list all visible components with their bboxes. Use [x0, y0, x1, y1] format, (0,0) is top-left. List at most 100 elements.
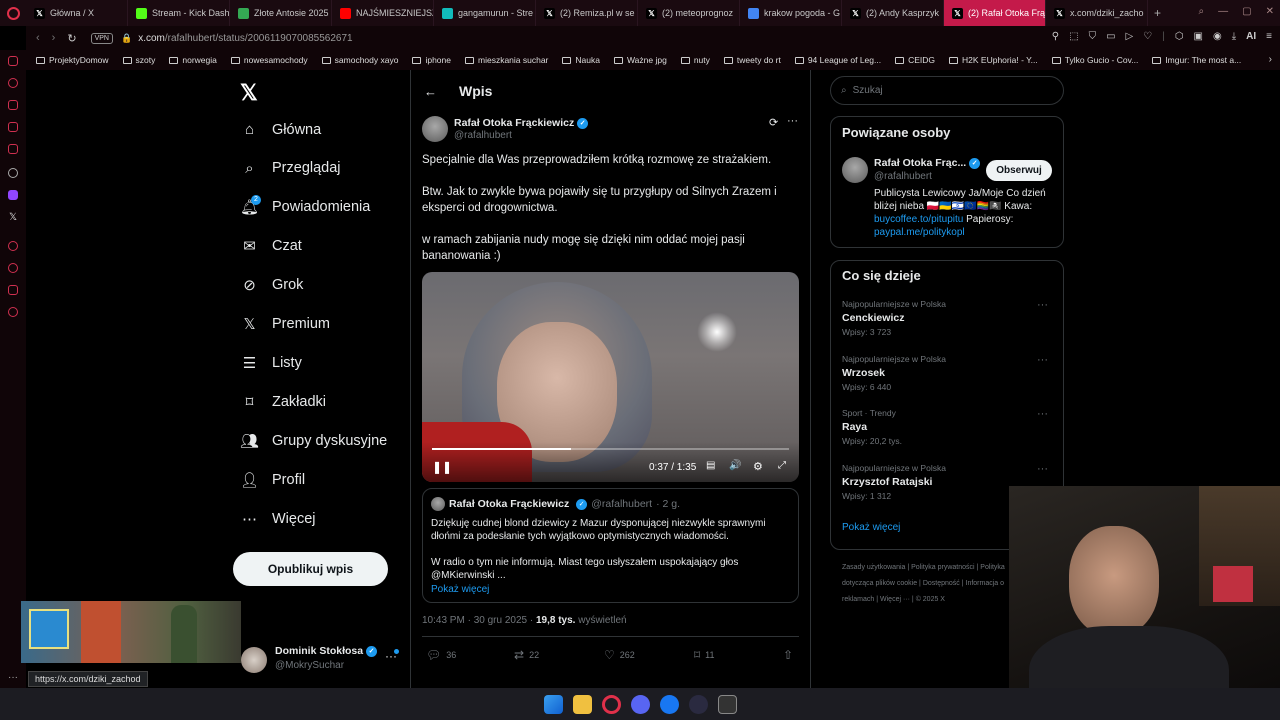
- browser-tab[interactable]: 𝕏 (2) Remiza.pl w se: [536, 0, 638, 26]
- browser-tab[interactable]: 𝕏 Główna / X: [26, 0, 128, 26]
- discord-icon[interactable]: [630, 694, 650, 714]
- browser-tab[interactable]: Stream - Kick Dash: [128, 0, 230, 26]
- nav-item-powiadomienia[interactable]: 🔔︎ 2 Powiadomienia: [240, 194, 370, 216]
- bookmark-item[interactable]: iphone: [412, 55, 451, 65]
- browser-tab[interactable]: Złote Antosie 2025: [230, 0, 332, 26]
- bookmark-button[interactable]: ⌑ 11: [694, 648, 715, 662]
- sidebar-app-icon[interactable]: [8, 56, 18, 66]
- back-arrow-icon[interactable]: ←: [424, 84, 437, 99]
- url-field[interactable]: 🔒 x.com/rafalhubert/status/2006119070085…: [121, 33, 353, 44]
- file-explorer-icon[interactable]: [572, 694, 592, 714]
- bookmark-item[interactable]: Nauka: [562, 55, 600, 65]
- post-more-icon[interactable]: ···: [787, 115, 798, 127]
- bookmark-item[interactable]: H2K EUphoria! - Y...: [949, 55, 1038, 65]
- fullscreen-icon[interactable]: ⤢: [778, 460, 786, 471]
- bookmarks-overflow-icon[interactable]: ›: [1269, 54, 1272, 65]
- bookmark-page-icon[interactable]: ▭: [1106, 31, 1115, 42]
- bookmark-item[interactable]: nowesamochody: [230, 55, 308, 65]
- browser-tab[interactable]: 𝕏 (2) Rafał Otoka Frąckiewicz: [944, 0, 1046, 26]
- sidebar-app-icon[interactable]: [8, 241, 18, 251]
- nav-item-czat[interactable]: ✉ Czat: [241, 238, 302, 255]
- menu-icon[interactable]: ≡: [1266, 31, 1272, 42]
- trend-more-icon[interactable]: ···: [1037, 354, 1048, 366]
- nav-item-listy[interactable]: ☰ Listy: [241, 354, 302, 372]
- bookmark-item[interactable]: Ważne jpg: [613, 55, 667, 65]
- grok-explain-icon[interactable]: ⟳: [769, 116, 778, 129]
- video-player[interactable]: ❚❚ 0:37 / 1:35 ▤ 🔊 ⚙ ⤢: [422, 272, 799, 482]
- nav-item-premium[interactable]: 𝕏 Premium: [241, 316, 330, 333]
- browser-tab[interactable]: 𝕏x.com/dziki_zacho: [1046, 0, 1148, 26]
- captions-icon[interactable]: ▤: [706, 460, 715, 471]
- bookmark-item[interactable]: 94 League of Leg...: [794, 55, 881, 65]
- settings-icon[interactable]: [8, 307, 18, 317]
- windows-start-icon[interactable]: [543, 694, 563, 714]
- heart-icon[interactable]: ♡: [1143, 31, 1152, 42]
- footer-link[interactable]: Więcej ···: [880, 596, 910, 603]
- opera-logo-icon[interactable]: [0, 0, 26, 26]
- quote-show-more-link[interactable]: Pokaż więcej: [431, 584, 790, 595]
- vpn-badge[interactable]: VPN: [90, 32, 113, 44]
- sidebar-app-icon[interactable]: [8, 78, 18, 88]
- minimize-button[interactable]: —: [1218, 6, 1228, 17]
- trends-show-more[interactable]: Pokaż więcej: [842, 522, 900, 533]
- bio-link[interactable]: buycoffee.to/pitupitu: [874, 214, 963, 225]
- steam-icon[interactable]: [688, 694, 708, 714]
- ai-button[interactable]: AI: [1246, 31, 1256, 42]
- browser-tab[interactable]: 𝕏 (2) Andy Kasprzyk: [842, 0, 944, 26]
- x-logo-icon[interactable]: 𝕏: [240, 80, 258, 106]
- nav-item-zakładki[interactable]: ⌑ Zakładki: [241, 393, 326, 411]
- account-switcher[interactable]: Dominik Stokłosa ✓ @MokrySuchar ···: [241, 645, 401, 677]
- extensions-icon[interactable]: ⬡: [1175, 31, 1184, 42]
- bookmark-item[interactable]: norwegia: [169, 55, 217, 65]
- trend-more-icon[interactable]: ···: [1037, 299, 1048, 311]
- nav-item-więcej[interactable]: ⋯ Więcej: [241, 510, 316, 528]
- trend-item[interactable]: Najpopularniejsze w Polska Wrzosek Wpisy: …: [842, 354, 1052, 392]
- trend-more-icon[interactable]: ···: [1037, 408, 1048, 420]
- browser-tab[interactable]: gangamurun - Stre: [434, 0, 536, 26]
- footer-link[interactable]: Polityka prywatności: [911, 564, 974, 571]
- bookmark-item[interactable]: samochody xayo: [321, 55, 398, 65]
- author-name[interactable]: Rafał Otoka Frąckiewicz: [454, 117, 574, 129]
- browser-tab[interactable]: 𝕏 (2) meteoprognoz: [638, 0, 740, 26]
- maximize-button[interactable]: ▢: [1242, 6, 1251, 17]
- reload-icon[interactable]: ↻: [67, 32, 76, 45]
- forward-button[interactable]: ›: [52, 32, 56, 45]
- terminal-icon[interactable]: [717, 694, 737, 714]
- x-sidebar-icon[interactable]: 𝕏: [0, 212, 26, 223]
- browser-tab[interactable]: krakow pogoda - G: [740, 0, 842, 26]
- author-handle[interactable]: @rafalhubert: [454, 130, 512, 141]
- reply-button[interactable]: 💬︎ 36: [426, 648, 456, 662]
- post-timestamp[interactable]: 10:43 PM · 30 gru 2025 ·: [422, 615, 533, 626]
- bookmark-item[interactable]: tweety do rt: [723, 55, 781, 65]
- footer-link[interactable]: © 2025 X: [916, 596, 945, 603]
- author-name-row[interactable]: Rafał Otoka Frąckiewicz ✓: [454, 117, 589, 129]
- sidebar-app-icon[interactable]: [8, 100, 18, 110]
- like-button[interactable]: ♡ 262: [604, 648, 635, 662]
- nav-item-główna[interactable]: ⌂ Główna: [241, 121, 321, 138]
- bookmark-item[interactable]: nuty: [680, 55, 710, 65]
- footer-link[interactable]: Zasady użytkowania: [842, 564, 905, 571]
- download-icon[interactable]: ⤓: [1232, 31, 1236, 42]
- footer-link[interactable]: Dostępność: [923, 580, 960, 587]
- pause-icon[interactable]: ❚❚: [432, 460, 452, 474]
- sidebar-app-icon[interactable]: [8, 144, 18, 154]
- browser-tab[interactable]: NAJŚMIESZNIEJSZE: [332, 0, 434, 26]
- shield-icon[interactable]: ⛉: [1089, 31, 1097, 42]
- history-icon[interactable]: [8, 263, 18, 273]
- repost-button[interactable]: ⇄ 22: [514, 648, 539, 662]
- bookmark-item[interactable]: szoty: [122, 55, 155, 65]
- bookmark-item[interactable]: ProjektyDomow: [36, 55, 109, 65]
- bio-link[interactable]: paypal.me/politykopl: [874, 226, 1054, 239]
- wallet-icon[interactable]: ▣: [1194, 31, 1203, 42]
- sidebar-app-icon[interactable]: [8, 285, 18, 295]
- bookmark-item[interactable]: CEIDG: [895, 55, 935, 65]
- related-name[interactable]: Rafał Otoka Frąc...: [874, 157, 966, 169]
- bookmark-item[interactable]: Tylko Gucio - Cov...: [1051, 55, 1138, 65]
- follow-button[interactable]: Obserwuj: [986, 160, 1052, 181]
- nav-item-grok[interactable]: ⊘ Grok: [241, 277, 303, 294]
- play-icon[interactable]: ▷: [1126, 31, 1134, 42]
- facebook-icon[interactable]: [659, 694, 679, 714]
- related-avatar[interactable]: [842, 157, 868, 183]
- twitch-icon[interactable]: [8, 190, 18, 200]
- post-button[interactable]: Opublikuj wpis: [233, 552, 388, 586]
